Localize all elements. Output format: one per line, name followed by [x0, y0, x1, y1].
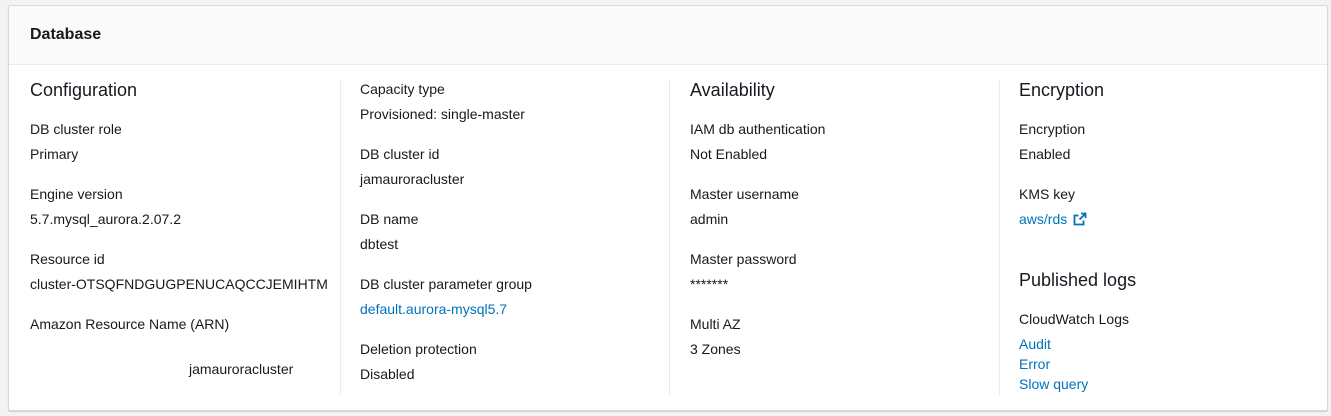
cloudwatch-logs-label: CloudWatch Logs [1019, 311, 1129, 327]
audit-log-link[interactable]: Audit [1019, 335, 1051, 353]
db-cluster-id-value: jamauroracluster [360, 171, 465, 187]
master-username-value: admin [690, 211, 729, 227]
column-divider [999, 79, 1000, 395]
kms-key-label: KMS key [1019, 186, 1076, 202]
db-cluster-role-value: Primary [30, 146, 79, 162]
column-divider [340, 79, 341, 395]
encryption-value: Enabled [1019, 146, 1071, 162]
arn-value: jamauroracluster [189, 361, 294, 377]
encryption-label: Encryption [1019, 121, 1086, 137]
panel-title: Database [30, 26, 102, 43]
encryption-title: Encryption [1019, 80, 1105, 100]
iam-auth-label: IAM db authentication [690, 121, 826, 137]
engine-version-label: Engine version [30, 186, 123, 202]
master-password-label: Master password [690, 251, 797, 267]
kms-key-link[interactable]: aws/rds [1019, 210, 1087, 230]
master-username-label: Master username [690, 186, 799, 202]
kms-key-link-text: aws/rds [1019, 211, 1068, 227]
availability-column: Availability IAM db authentication Not E… [690, 65, 990, 411]
multi-az-value: 3 Zones [690, 341, 741, 357]
encryption-column: Encryption Encryption Enabled KMS key aw… [1019, 65, 1319, 411]
master-password-value: ******* [690, 276, 729, 292]
engine-version-value: 5.7.mysql_aurora.2.07.2 [30, 211, 181, 227]
multi-az-label: Multi AZ [690, 316, 741, 332]
db-cluster-role-label: DB cluster role [30, 121, 122, 137]
resource-id-value: cluster-OTSQFNDGUGPENUCAQCCJEMIHTM [30, 276, 328, 292]
panel-header: Database [9, 6, 1327, 65]
column-divider [669, 79, 670, 395]
parameter-group-link[interactable]: default.aurora-mysql5.7 [360, 300, 507, 318]
deletion-protection-label: Deletion protection [360, 341, 477, 357]
db-name-value: dbtest [360, 236, 399, 252]
iam-auth-value: Not Enabled [690, 146, 768, 162]
configuration-title: Configuration [30, 80, 138, 100]
published-logs-title: Published logs [1019, 270, 1137, 290]
configuration-column: Configuration DB cluster role Primary En… [30, 65, 330, 411]
arn-label: Amazon Resource Name (ARN) [30, 316, 230, 332]
database-panel: Database Configuration DB cluster role P… [8, 5, 1328, 411]
db-cluster-id-label: DB cluster id [360, 146, 440, 162]
external-link-icon [1073, 212, 1087, 230]
capacity-type-value: Provisioned: single-master [360, 106, 525, 122]
db-name-label: DB name [360, 211, 419, 227]
availability-title: Availability [690, 80, 775, 100]
capacity-column: Capacity type Provisioned: single-master… [360, 65, 660, 411]
error-log-link[interactable]: Error [1019, 355, 1050, 373]
details-columns: Configuration DB cluster role Primary En… [9, 65, 1327, 411]
deletion-protection-value: Disabled [360, 366, 415, 382]
capacity-type-label: Capacity type [360, 81, 445, 97]
parameter-group-label: DB cluster parameter group [360, 276, 532, 292]
resource-id-label: Resource id [30, 251, 105, 267]
slow-query-log-link[interactable]: Slow query [1019, 375, 1088, 393]
